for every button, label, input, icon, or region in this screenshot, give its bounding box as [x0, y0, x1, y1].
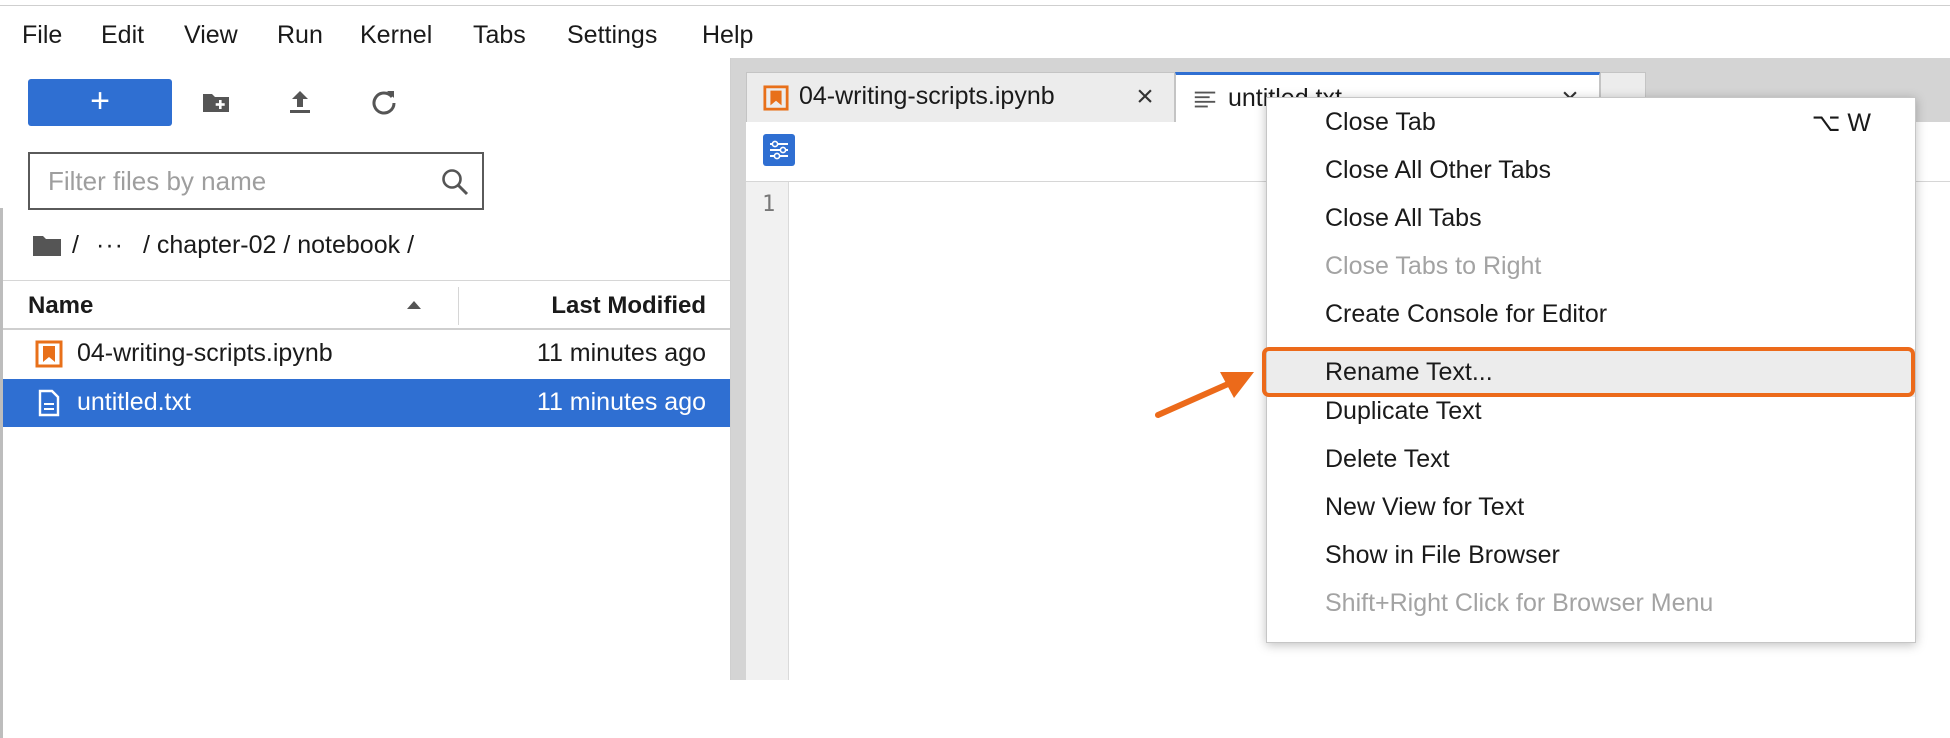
- line-number-gutter: 1: [746, 182, 789, 680]
- breadcrumb-root-separator: /: [72, 231, 79, 259]
- menu-item-delete-text[interactable]: Delete Text: [1267, 435, 1915, 483]
- tab-notebook[interactable]: 04-writing-scripts.ipynb ×: [746, 72, 1175, 122]
- menu-item-close-all-other-tabs[interactable]: Close All Other Tabs: [1267, 146, 1915, 194]
- menu-item-close-tabs-to-right: Close Tabs to Right: [1267, 242, 1915, 290]
- notebook-icon: [35, 340, 63, 368]
- panel-splitter[interactable]: [731, 58, 746, 680]
- menu-item-label: Rename Text...: [1325, 358, 1493, 386]
- file-modified: 11 minutes ago: [536, 339, 706, 367]
- tab-context-menu: Close Tab ⌥ W Close All Other Tabs Close…: [1266, 97, 1916, 643]
- text-file-icon: [1194, 91, 1216, 108]
- menu-item-label: Delete Text: [1325, 445, 1450, 473]
- menu-item-browser-menu-hint: Shift+Right Click for Browser Menu: [1267, 579, 1915, 627]
- file-row-selected[interactable]: untitled.txt 11 minutes ago: [3, 379, 730, 427]
- refresh-icon[interactable]: [368, 86, 400, 118]
- menu-view[interactable]: View: [184, 20, 238, 50]
- menu-item-new-view[interactable]: New View for Text: [1267, 483, 1915, 531]
- window-top-border: [0, 5, 1950, 6]
- column-divider[interactable]: [458, 287, 459, 325]
- text-file-icon: [38, 389, 60, 417]
- new-folder-icon[interactable]: [200, 86, 232, 118]
- file-name: untitled.txt: [77, 388, 191, 416]
- line-number: 1: [762, 192, 776, 217]
- menu-edit[interactable]: Edit: [101, 20, 144, 50]
- file-browser-panel: + / ··· / chapter-02 / notebook / Name L…: [0, 58, 731, 738]
- menu-item-label: Close All Tabs: [1325, 204, 1482, 232]
- file-row[interactable]: 04-writing-scripts.ipynb 11 minutes ago: [3, 330, 730, 378]
- menu-settings[interactable]: Settings: [567, 20, 657, 50]
- breadcrumb-path[interactable]: / chapter-02 / notebook /: [143, 228, 414, 262]
- file-name: 04-writing-scripts.ipynb: [77, 339, 333, 367]
- file-modified: 11 minutes ago: [536, 388, 706, 416]
- menu-item-show-in-file-browser[interactable]: Show in File Browser: [1267, 531, 1915, 579]
- menu-tabs[interactable]: Tabs: [473, 20, 526, 50]
- menu-item-create-console[interactable]: Create Console for Editor: [1267, 290, 1915, 338]
- menu-item-label: Close Tab: [1325, 108, 1436, 136]
- tab-label: 04-writing-scripts.ipynb: [799, 82, 1055, 110]
- menu-item-duplicate-text[interactable]: Duplicate Text: [1267, 387, 1915, 435]
- folder-icon[interactable]: [32, 233, 62, 257]
- menu-item-close-tab[interactable]: Close Tab ⌥ W: [1267, 98, 1915, 146]
- file-filter-box: [28, 152, 484, 210]
- menu-help[interactable]: Help: [702, 20, 753, 50]
- menu-kernel[interactable]: Kernel: [360, 20, 432, 50]
- menu-bar: File Edit View Run Kernel Tabs Settings …: [0, 14, 1950, 58]
- menu-item-label: Show in File Browser: [1325, 541, 1560, 569]
- column-modified-header[interactable]: Last Modified: [551, 292, 706, 320]
- menu-file[interactable]: File: [22, 20, 62, 50]
- sort-ascending-icon: [407, 301, 421, 309]
- upload-icon[interactable]: [284, 86, 316, 118]
- menu-item-label: Close Tabs to Right: [1325, 252, 1542, 280]
- file-filter-input[interactable]: [48, 164, 428, 198]
- menu-item-label: Close All Other Tabs: [1325, 156, 1552, 184]
- annotation-arrow-icon: [1155, 372, 1254, 418]
- new-launcher-button[interactable]: +: [28, 79, 172, 126]
- menu-run[interactable]: Run: [277, 20, 323, 50]
- menu-item-label: Duplicate Text: [1325, 397, 1482, 425]
- menu-item-close-all-tabs[interactable]: Close All Tabs: [1267, 194, 1915, 242]
- search-icon: [442, 169, 469, 196]
- file-list-header: Name Last Modified: [3, 280, 730, 330]
- menu-item-shortcut: ⌥ W: [1811, 109, 1871, 137]
- notebook-icon: [763, 85, 789, 111]
- menu-item-label: Create Console for Editor: [1325, 300, 1608, 328]
- menu-item-label: Shift+Right Click for Browser Menu: [1325, 589, 1714, 617]
- menu-item-label: New View for Text: [1325, 493, 1525, 521]
- column-name-header[interactable]: Name: [28, 292, 93, 320]
- breadcrumb-ellipsis[interactable]: ···: [96, 228, 124, 262]
- close-icon[interactable]: ×: [1131, 82, 1159, 112]
- text-editor-settings-icon[interactable]: [763, 134, 795, 166]
